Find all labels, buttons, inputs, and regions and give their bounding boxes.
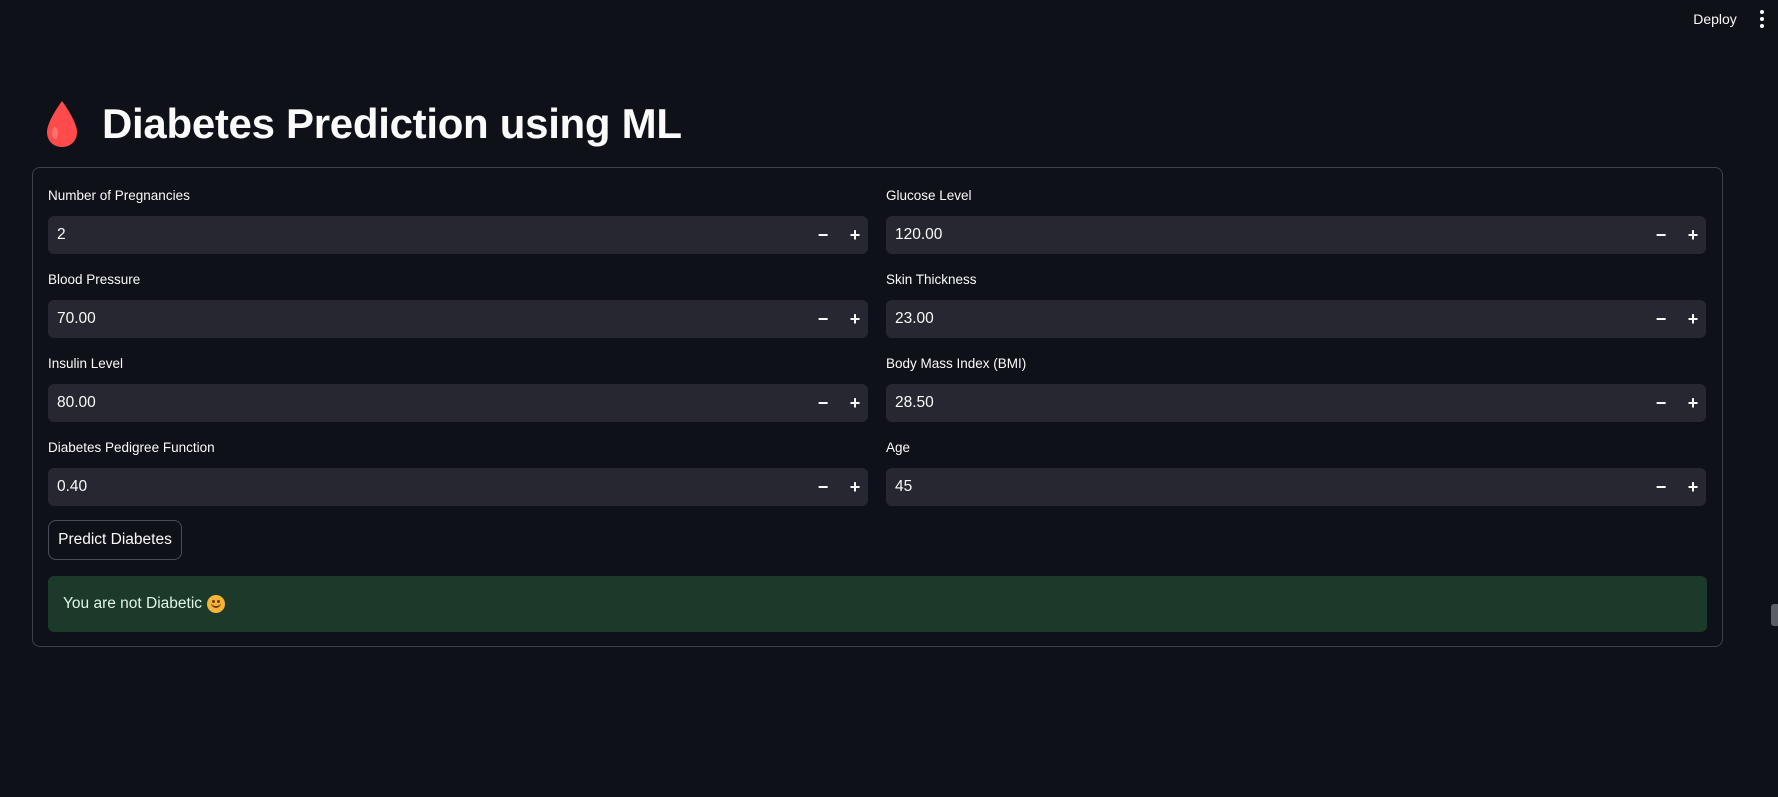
increment-button[interactable]: + (840, 472, 870, 502)
number-input-container: − + (886, 468, 1706, 506)
blood-pressure-field: Blood Pressure − + (48, 271, 868, 338)
glucose-input[interactable] (886, 216, 1626, 254)
sidebar-collapse-handle[interactable] (1771, 604, 1778, 626)
field-label: Age (886, 440, 911, 455)
result-message: You are not Diabetic (63, 595, 203, 612)
vertical-ellipsis-icon[interactable] (1756, 8, 1768, 30)
number-input-container: − + (48, 216, 868, 254)
field-label: Skin Thickness (886, 272, 977, 287)
decrement-button[interactable]: − (1646, 388, 1676, 418)
increment-button[interactable]: + (840, 304, 870, 334)
field-label: Number of Pregnancies (48, 188, 190, 203)
decrement-button[interactable]: − (808, 220, 838, 250)
insulin-field: Insulin Level − + (48, 355, 868, 422)
field-label: Insulin Level (48, 356, 124, 371)
decrement-button[interactable]: − (808, 472, 838, 502)
top-toolbar: Deploy (0, 0, 1778, 38)
predict-diabetes-button[interactable]: Predict Diabetes (48, 520, 182, 560)
bmi-input[interactable] (886, 384, 1626, 422)
blood-drop-icon (47, 101, 77, 147)
number-input-container: − + (886, 216, 1706, 254)
field-label: Diabetes Pedigree Function (48, 440, 215, 455)
field-label: Blood Pressure (48, 272, 141, 287)
blood-pressure-input[interactable] (48, 300, 788, 338)
smiling-face-icon (207, 595, 226, 613)
pedigree-field: Diabetes Pedigree Function − + (48, 439, 868, 506)
increment-button[interactable]: + (1678, 220, 1708, 250)
skin-thickness-field: Skin Thickness − + (886, 271, 1706, 338)
decrement-button[interactable]: − (1646, 472, 1676, 502)
bmi-field: Body Mass Index (BMI) − + (886, 355, 1706, 422)
number-input-container: − + (48, 384, 868, 422)
increment-button[interactable]: + (1678, 472, 1708, 502)
page-title: Diabetes Prediction using ML (102, 100, 682, 147)
decrement-button[interactable]: − (808, 304, 838, 334)
pregnancies-input[interactable] (48, 216, 788, 254)
skin-thickness-input[interactable] (886, 300, 1626, 338)
decrement-button[interactable]: − (808, 388, 838, 418)
page-header: Diabetes Prediction using ML (42, 98, 682, 150)
increment-button[interactable]: + (840, 220, 870, 250)
number-input-container: − + (886, 300, 1706, 338)
increment-button[interactable]: + (1678, 388, 1708, 418)
age-input[interactable] (886, 468, 1626, 506)
insulin-input[interactable] (48, 384, 788, 422)
field-label: Body Mass Index (BMI) (886, 356, 1027, 371)
result-alert: You are not Diabetic (48, 576, 1707, 632)
pedigree-input[interactable] (48, 468, 788, 506)
number-input-container: − + (886, 384, 1706, 422)
pregnancies-field: Number of Pregnancies − + (48, 187, 868, 254)
number-input-container: − + (48, 468, 868, 506)
increment-button[interactable]: + (840, 388, 870, 418)
number-input-container: − + (48, 300, 868, 338)
deploy-button[interactable]: Deploy (1682, 8, 1748, 30)
field-label: Glucose Level (886, 188, 972, 203)
decrement-button[interactable]: − (1646, 304, 1676, 334)
glucose-field: Glucose Level − + (886, 187, 1706, 254)
decrement-button[interactable]: − (1646, 220, 1676, 250)
prediction-form: Number of Pregnancies − + Glucose Level … (32, 167, 1723, 647)
increment-button[interactable]: + (1678, 304, 1708, 334)
age-field: Age − + (886, 439, 1706, 506)
